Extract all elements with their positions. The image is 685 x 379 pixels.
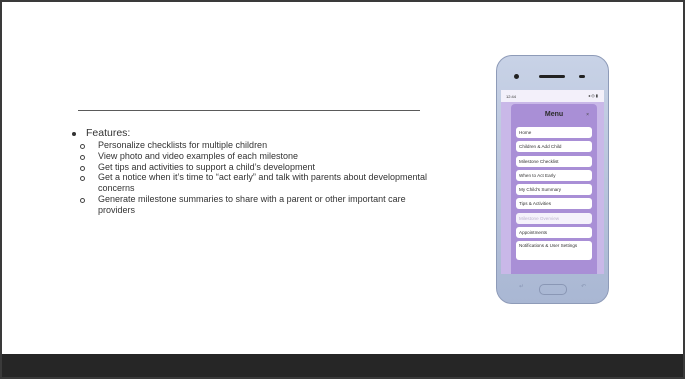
presentation-slide: Features: Personalize checklists for mul… [0, 0, 685, 379]
phone-screen: 12:44 ◂ ◎ ▮ Tracking Menu × Home Childre… [501, 90, 604, 274]
menu-item-home[interactable]: Home [516, 127, 592, 138]
circle-bullet-icon [80, 165, 85, 171]
menu-item-children[interactable]: Children & Add Child [516, 141, 592, 153]
feature-item: Get a notice when it’s time to “act earl… [70, 172, 430, 194]
sensor-icon [579, 75, 585, 78]
circle-bullet-icon [80, 176, 85, 182]
phone-mockup: 12:44 ◂ ◎ ▮ Tracking Menu × Home Childre… [496, 55, 609, 304]
signal-wifi-battery-icon: ◂ ◎ ▮ [588, 93, 598, 98]
menu-item-child-summary[interactable]: My Child’s Summary [516, 184, 592, 196]
features-list: Personalize checklists for multiple chil… [70, 140, 430, 216]
menu-items: Home Children & Add Child Milestone Chec… [516, 127, 592, 264]
menu-item-tips-activities[interactable]: Tips & Activities [516, 198, 592, 210]
speaker-grille [539, 75, 565, 78]
slide-footer-bar [2, 354, 683, 377]
feature-item: View photo and video examples of each mi… [70, 151, 430, 162]
circle-bullet-icon [80, 154, 85, 160]
recent-apps-icon[interactable]: ↶ [581, 283, 586, 290]
camera-icon [514, 74, 519, 79]
menu-item-notifications-settings[interactable]: Notifications & User Settings [516, 241, 592, 261]
circle-bullet-icon [80, 144, 85, 149]
menu-item-milestone-overview[interactable]: Milestone Overview [516, 212, 592, 224]
menu-item-act-early[interactable]: When to Act Early [516, 169, 592, 181]
circle-bullet-icon [80, 197, 85, 203]
back-icon[interactable]: ↵ [519, 283, 524, 290]
features-bullet: Features: Personalize checklists for mul… [70, 127, 430, 216]
status-bar: 12:44 ◂ ◎ ▮ [501, 90, 604, 102]
features-heading: Features: [86, 127, 131, 139]
menu-title: Menu [544, 111, 564, 118]
menu-item-milestone-checklist[interactable]: Milestone Checklist [516, 155, 592, 167]
close-icon[interactable]: × [586, 112, 589, 118]
home-button[interactable] [539, 284, 567, 295]
feature-item: Generate milestone summaries to share wi… [70, 194, 430, 216]
menu-item-appointments[interactable]: Appointments [516, 227, 592, 239]
slide-body: Features: Personalize checklists for mul… [70, 127, 430, 216]
bullet-dot-icon [72, 131, 76, 136]
title-divider [78, 110, 420, 111]
feature-item: Personalize checklists for multiple chil… [70, 140, 430, 151]
app-menu-panel: Menu × Home Children & Add Child Milesto… [511, 104, 597, 274]
status-time: 12:44 [506, 94, 517, 99]
phone-nav-bar: ↵ ↶ [501, 278, 604, 298]
feature-item: Get tips and activities to support a chi… [70, 162, 430, 173]
